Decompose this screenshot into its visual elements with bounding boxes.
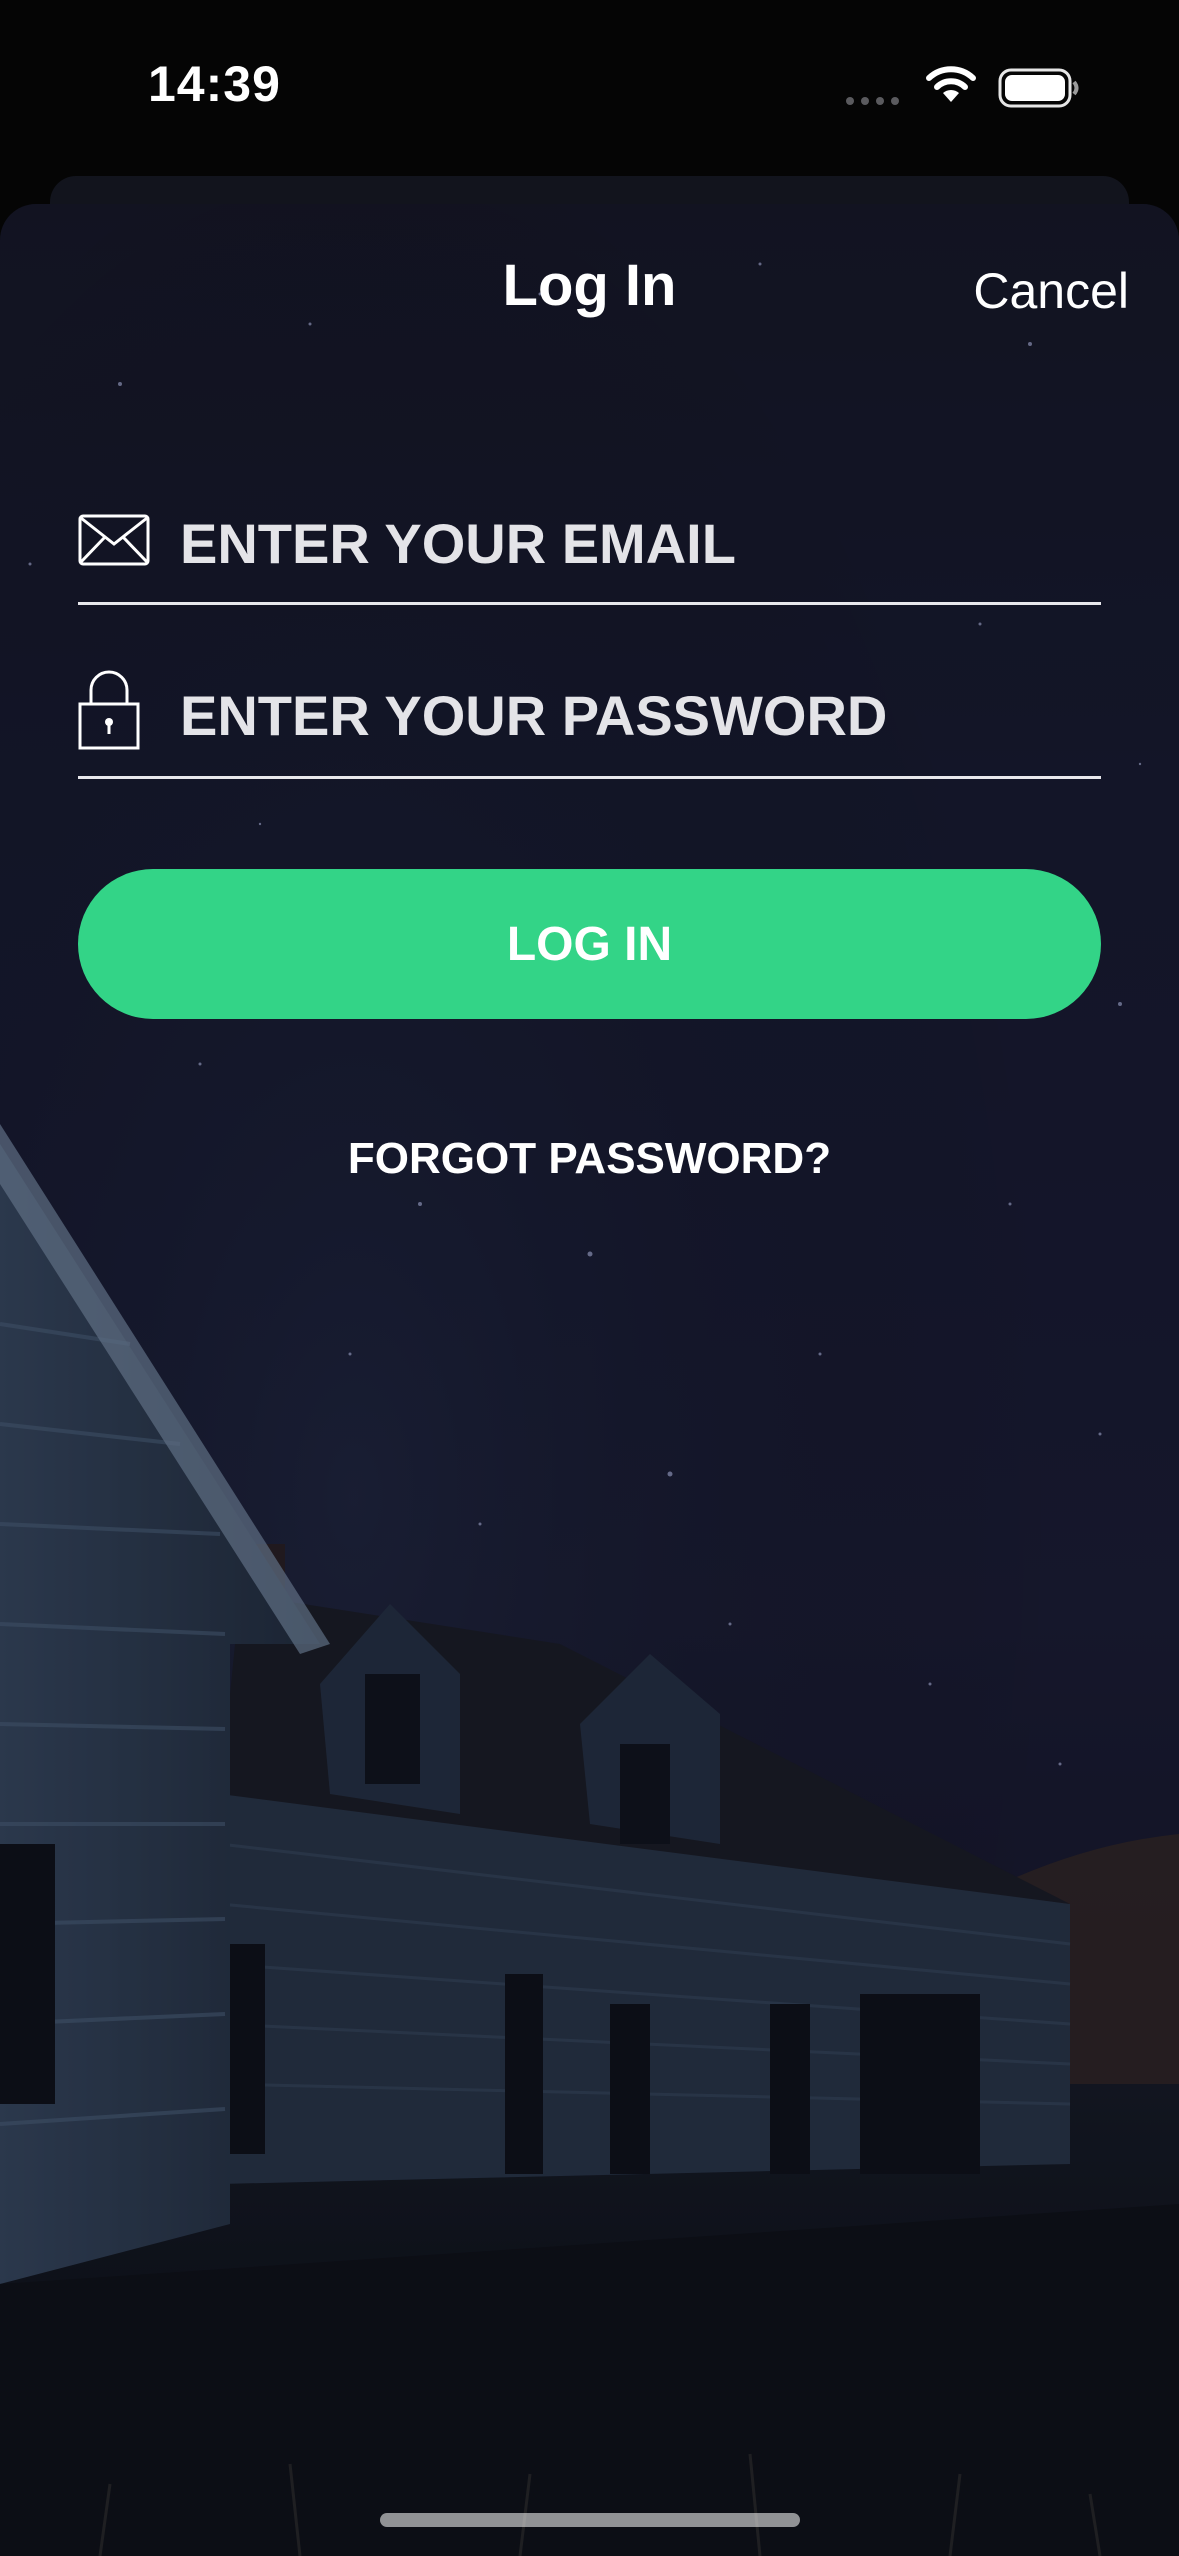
login-screen: 14:39 Log In Cancel ENTER YOUR EMAIL LOG…	[0, 0, 1179, 2556]
email-input[interactable]	[180, 484, 1080, 602]
cellular-signal-icon	[846, 97, 899, 105]
login-sheet: Log In Cancel LOG IN FORGOT PASSWORD?	[0, 204, 1179, 2556]
battery-icon	[998, 68, 1079, 108]
password-field	[78, 654, 1101, 779]
envelope-icon	[78, 514, 150, 566]
password-input[interactable]	[180, 654, 1080, 776]
status-time: 14:39	[148, 56, 281, 112]
status-bar: 14:39	[0, 0, 1179, 175]
lock-icon	[78, 670, 140, 750]
email-field	[78, 484, 1101, 605]
wifi-icon	[926, 66, 976, 102]
cancel-button[interactable]: Cancel	[973, 262, 1129, 320]
login-button[interactable]: LOG IN	[78, 869, 1101, 1019]
home-indicator	[380, 2513, 800, 2527]
forgot-password-link[interactable]: FORGOT PASSWORD?	[0, 1134, 1179, 1184]
